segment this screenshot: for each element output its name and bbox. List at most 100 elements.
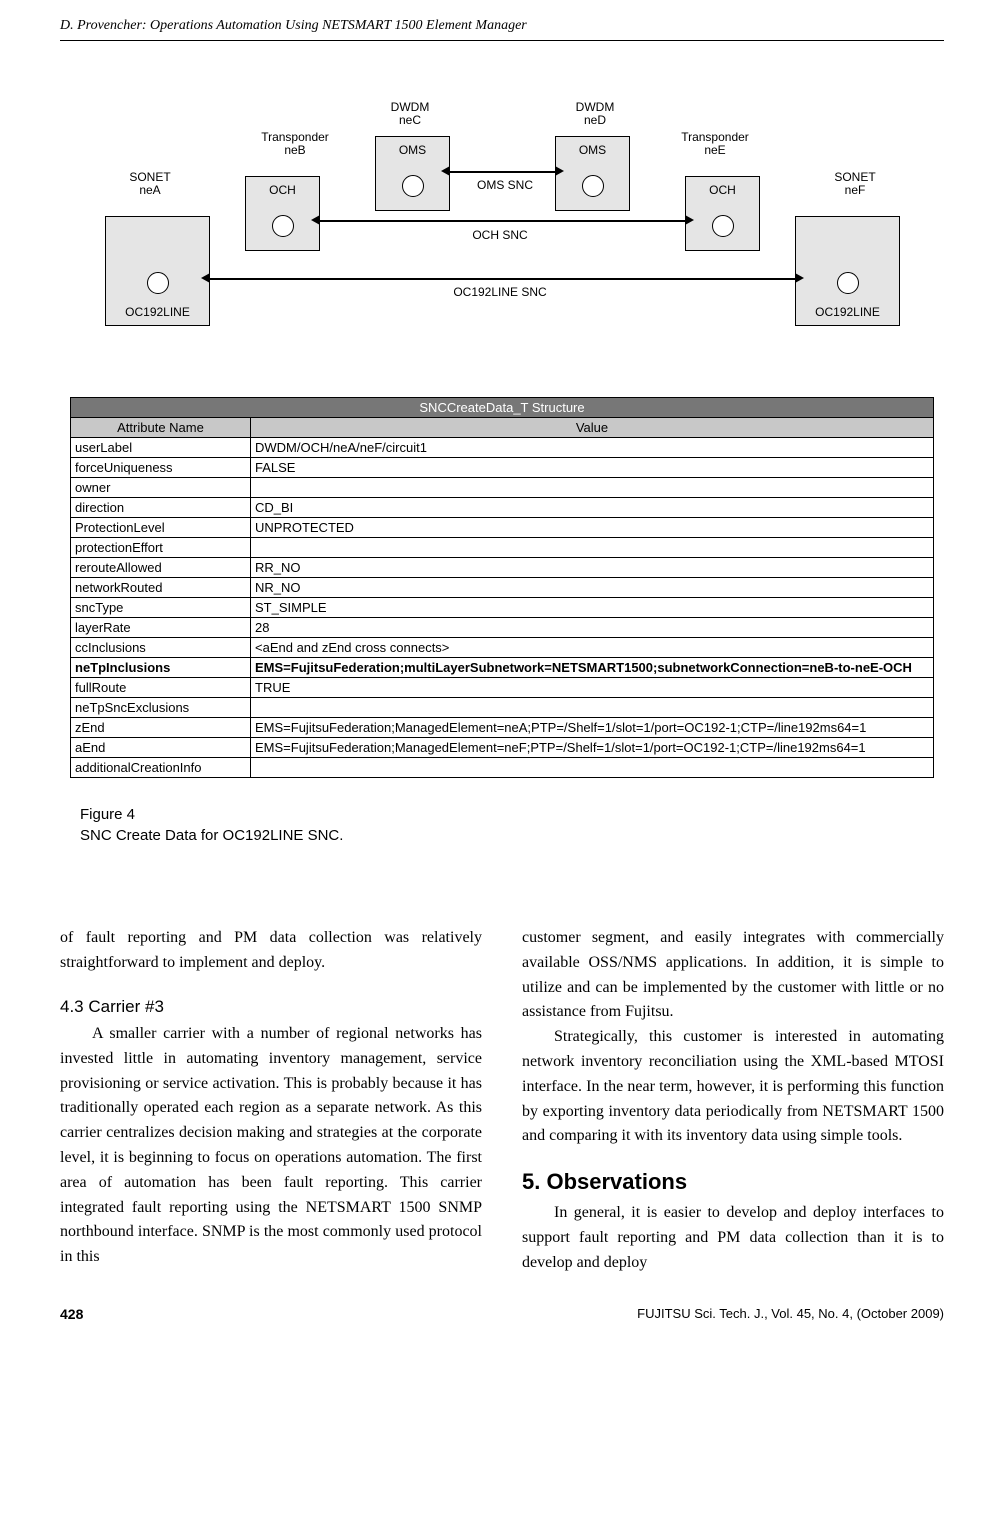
figure-caption: Figure 4 SNC Create Data for OC192LINE S… bbox=[80, 804, 934, 846]
value-cell bbox=[251, 538, 934, 558]
sonet-f-label: SONETneF bbox=[820, 171, 890, 197]
table-row: networkRoutedNR_NO bbox=[71, 578, 934, 598]
port-icon bbox=[402, 175, 424, 197]
attr-cell: zEnd bbox=[71, 718, 251, 738]
table-row: zEndEMS=FujitsuFederation;ManagedElement… bbox=[71, 718, 934, 738]
arrow-right-icon bbox=[555, 166, 564, 176]
value-cell: EMS=FujitsuFederation;ManagedElement=neF… bbox=[251, 738, 934, 758]
figure-4: DWDMneC DWDMneD TransponderneB Transpond… bbox=[70, 101, 934, 846]
och-snc-line bbox=[320, 220, 685, 222]
paragraph: Strategically, this customer is interest… bbox=[522, 1025, 944, 1149]
arrow-left-icon bbox=[201, 273, 210, 283]
och-right-box: OCH bbox=[685, 176, 760, 251]
table-row: aEndEMS=FujitsuFederation;ManagedElement… bbox=[71, 738, 934, 758]
table-title: SNCCreateData_T Structure bbox=[71, 398, 934, 418]
col-header-val: Value bbox=[251, 418, 934, 438]
transponder-e-label: TransponderneE bbox=[665, 131, 765, 157]
sonet-a-label: SONETneA bbox=[115, 171, 185, 197]
dwdm-d-label: DWDMneD bbox=[555, 101, 635, 127]
table-row: directionCD_BI bbox=[71, 498, 934, 518]
attr-cell: additionalCreationInfo bbox=[71, 758, 251, 778]
table-row: ccInclusions<aEnd and zEnd cross connect… bbox=[71, 638, 934, 658]
paragraph: A smaller carrier with a number of regio… bbox=[60, 1022, 482, 1270]
attr-cell: rerouteAllowed bbox=[71, 558, 251, 578]
snc-create-data-table: SNCCreateData_T Structure Attribute Name… bbox=[70, 397, 934, 778]
oms-snc-line bbox=[450, 171, 555, 173]
value-cell: EMS=FujitsuFederation;ManagedElement=neA… bbox=[251, 718, 934, 738]
attr-cell: protectionEffort bbox=[71, 538, 251, 558]
paragraph: In general, it is easier to develop and … bbox=[522, 1201, 944, 1275]
arrow-left-icon bbox=[311, 215, 320, 225]
table-row: protectionEffort bbox=[71, 538, 934, 558]
table-row: rerouteAllowedRR_NO bbox=[71, 558, 934, 578]
attr-cell: fullRoute bbox=[71, 678, 251, 698]
table-row: sncTypeST_SIMPLE bbox=[71, 598, 934, 618]
arrow-left-icon bbox=[441, 166, 450, 176]
och-left-box: OCH bbox=[245, 176, 320, 251]
subheading-4-3: 4.3 Carrier #3 bbox=[60, 994, 482, 1020]
attr-cell: direction bbox=[71, 498, 251, 518]
oc192-right-box: OC192LINE bbox=[795, 216, 900, 326]
table-row: neTpSncExclusions bbox=[71, 698, 934, 718]
left-column: of fault reporting and PM data collectio… bbox=[60, 926, 482, 1276]
table-row: owner bbox=[71, 478, 934, 498]
value-cell: 28 bbox=[251, 618, 934, 638]
value-cell: <aEnd and zEnd cross connects> bbox=[251, 638, 934, 658]
table-row: userLabelDWDM/OCH/neA/neF/circuit1 bbox=[71, 438, 934, 458]
port-icon bbox=[147, 272, 169, 294]
port-icon bbox=[582, 175, 604, 197]
attr-cell: networkRouted bbox=[71, 578, 251, 598]
attr-cell: layerRate bbox=[71, 618, 251, 638]
value-cell: RR_NO bbox=[251, 558, 934, 578]
table-row: additionalCreationInfo bbox=[71, 758, 934, 778]
port-icon bbox=[712, 215, 734, 237]
oc192-snc-line bbox=[210, 278, 795, 280]
oc192-left-box: OC192LINE bbox=[105, 216, 210, 326]
paragraph: customer segment, and easily integrates … bbox=[522, 926, 944, 1025]
value-cell: CD_BI bbox=[251, 498, 934, 518]
right-column: customer segment, and easily integrates … bbox=[522, 926, 944, 1276]
value-cell: ST_SIMPLE bbox=[251, 598, 934, 618]
oms-left-box: OMS bbox=[375, 136, 450, 211]
attr-cell: forceUniqueness bbox=[71, 458, 251, 478]
value-cell bbox=[251, 478, 934, 498]
table-row: forceUniquenessFALSE bbox=[71, 458, 934, 478]
journal-ref: FUJITSU Sci. Tech. J., Vol. 45, No. 4, (… bbox=[637, 1306, 944, 1322]
value-cell: TRUE bbox=[251, 678, 934, 698]
value-cell bbox=[251, 758, 934, 778]
port-icon bbox=[272, 215, 294, 237]
page-header: D. Provencher: Operations Automation Usi… bbox=[60, 18, 944, 41]
attr-cell: sncType bbox=[71, 598, 251, 618]
value-cell: NR_NO bbox=[251, 578, 934, 598]
oms-right-box: OMS bbox=[555, 136, 630, 211]
heading-5: 5. Observations bbox=[522, 1165, 944, 1199]
page-number: 428 bbox=[60, 1306, 83, 1322]
arrow-right-icon bbox=[795, 273, 804, 283]
value-cell: EMS=FujitsuFederation;multiLayerSubnetwo… bbox=[251, 658, 934, 678]
table-row: neTpInclusionsEMS=FujitsuFederation;mult… bbox=[71, 658, 934, 678]
attr-cell: userLabel bbox=[71, 438, 251, 458]
table-row: layerRate28 bbox=[71, 618, 934, 638]
port-icon bbox=[837, 272, 859, 294]
value-cell bbox=[251, 698, 934, 718]
attr-cell: ProtectionLevel bbox=[71, 518, 251, 538]
table-row: fullRouteTRUE bbox=[71, 678, 934, 698]
attr-cell: ccInclusions bbox=[71, 638, 251, 658]
value-cell: DWDM/OCH/neA/neF/circuit1 bbox=[251, 438, 934, 458]
paragraph: of fault reporting and PM data collectio… bbox=[60, 926, 482, 976]
arrow-right-icon bbox=[685, 215, 694, 225]
network-diagram: DWDMneC DWDMneD TransponderneB Transpond… bbox=[85, 101, 919, 381]
attr-cell: owner bbox=[71, 478, 251, 498]
och-snc-label: OCH SNC bbox=[455, 229, 545, 242]
oc192-snc-label: OC192LINE SNC bbox=[435, 286, 565, 299]
attr-cell: aEnd bbox=[71, 738, 251, 758]
value-cell: UNPROTECTED bbox=[251, 518, 934, 538]
value-cell: FALSE bbox=[251, 458, 934, 478]
page-footer: 428 FUJITSU Sci. Tech. J., Vol. 45, No. … bbox=[60, 1306, 944, 1322]
transponder-b-label: TransponderneB bbox=[245, 131, 345, 157]
dwdm-c-label: DWDMneC bbox=[370, 101, 450, 127]
oms-snc-label: OMS SNC bbox=[460, 179, 550, 192]
table-row: ProtectionLevelUNPROTECTED bbox=[71, 518, 934, 538]
attr-cell: neTpSncExclusions bbox=[71, 698, 251, 718]
col-header-attr: Attribute Name bbox=[71, 418, 251, 438]
